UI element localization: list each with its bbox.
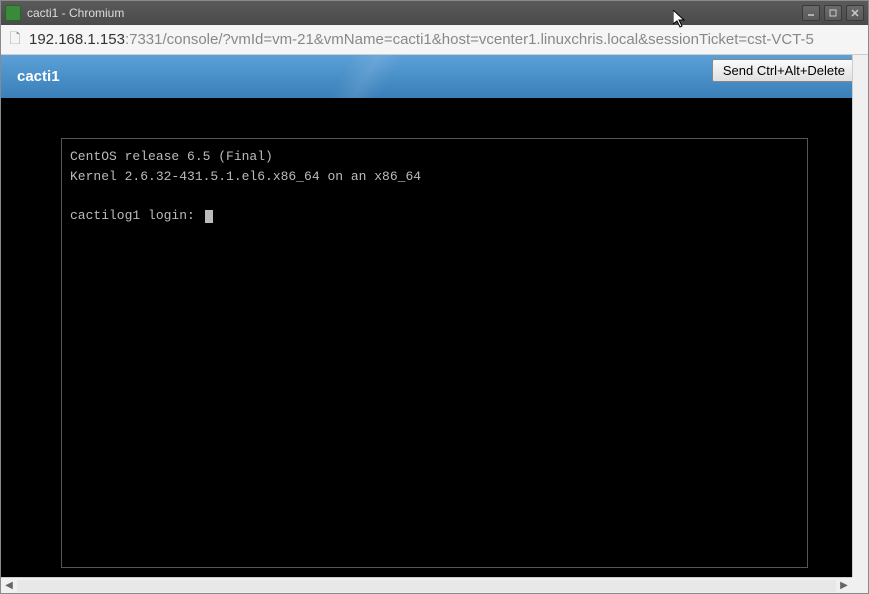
url-port: :7331 — [125, 31, 163, 48]
console-line: Kernel 2.6.32-431.5.1.el6.x86_64 on an x… — [70, 169, 421, 184]
login-prompt: cactilog1 login: — [70, 208, 203, 223]
send-ctrl-alt-delete-button[interactable]: Send Ctrl+Alt+Delete — [712, 59, 856, 82]
app-icon — [5, 5, 21, 21]
window-controls — [802, 5, 864, 21]
console-output: CentOS release 6.5 (Final) Kernel 2.6.32… — [70, 147, 799, 225]
window-titlebar[interactable]: cacti1 - Chromium — [1, 1, 868, 25]
scroll-left-arrow[interactable]: ◀ — [1, 579, 17, 593]
scroll-right-arrow[interactable]: ▶ — [836, 579, 852, 593]
console-line: CentOS release 6.5 (Final) — [70, 149, 273, 164]
url-display[interactable]: 192.168.1.153:7331/console/?vmId=vm-21&v… — [29, 31, 814, 48]
maximize-button[interactable] — [824, 5, 842, 21]
page-icon: 🗋 — [7, 32, 23, 48]
vm-header: cacti1 Send Ctrl+Alt+Delete — [1, 55, 868, 98]
scroll-track[interactable] — [17, 580, 836, 592]
window-title: cacti1 - Chromium — [27, 6, 802, 20]
horizontal-scrollbar[interactable]: ◀ ▶ — [1, 577, 852, 593]
console-frame: CentOS release 6.5 (Final) Kernel 2.6.32… — [61, 138, 808, 568]
minimize-button[interactable] — [802, 5, 820, 21]
scroll-corner — [852, 577, 868, 593]
close-button[interactable] — [846, 5, 864, 21]
console-area[interactable]: CentOS release 6.5 (Final) Kernel 2.6.32… — [1, 98, 868, 593]
url-host: 192.168.1.153 — [29, 31, 125, 48]
text-cursor — [205, 210, 213, 223]
url-path: /console/?vmId=vm-21&vmName=cacti1&host=… — [162, 31, 813, 48]
vertical-scrollbar[interactable] — [852, 55, 868, 577]
address-bar[interactable]: 🗋 192.168.1.153:7331/console/?vmId=vm-21… — [1, 25, 868, 55]
content-area: cacti1 Send Ctrl+Alt+Delete CentOS relea… — [1, 55, 868, 593]
browser-window: cacti1 - Chromium 🗋 192.168.1.153:7331/c… — [0, 0, 869, 594]
vm-name: cacti1 — [17, 68, 60, 85]
